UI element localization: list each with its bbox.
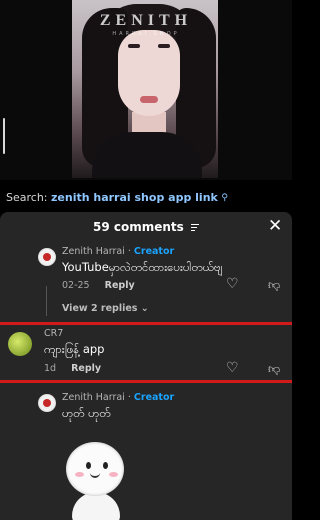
comment-text: YouTubeမှာလဲတင်ထားပေးပါတယ်ဗျ <box>62 260 223 274</box>
comment-text: ကျားဖြန့် app <box>44 342 105 356</box>
dislike-icon[interactable]: 👎︎ <box>268 278 280 293</box>
eye-left <box>128 44 140 48</box>
dislike-icon[interactable]: 👎︎ <box>268 362 280 377</box>
search-suggestion[interactable]: Search: zenith harrai shop app link ⚲ <box>0 186 292 210</box>
comment-author-name: Zenith Harrai <box>62 392 125 403</box>
lips <box>140 96 158 103</box>
sticker-head <box>66 442 124 496</box>
highlight-line-top <box>0 322 292 325</box>
close-icon[interactable]: ✕ <box>268 216 282 236</box>
comments-sheet: 59 comments ✕ Zenith Harrai · Creator Yo… <box>0 212 292 520</box>
comment-text: ဟုတ် ဟုတ် <box>62 406 111 420</box>
reply-button[interactable]: Reply <box>71 363 101 374</box>
separator: · <box>124 246 134 257</box>
sort-filter-icon[interactable] <box>191 222 199 233</box>
view-replies-label: View 2 replies <box>62 303 138 314</box>
comment-count: 59 comments <box>0 220 292 234</box>
sticker-eye-left <box>86 462 91 469</box>
creator-badge: Creator <box>133 246 175 257</box>
like-heart-icon[interactable]: ♡ <box>226 276 239 292</box>
sticker-eye-right <box>103 462 108 469</box>
comment-count-label: 59 comments <box>93 220 184 234</box>
creator-badge: Creator <box>133 392 175 403</box>
comment-author[interactable]: Zenith Harrai · Creator <box>62 246 174 257</box>
search-icon: ⚲ <box>221 193 228 203</box>
highlight-line-bottom <box>0 380 292 383</box>
brand-watermark: ZENITH <box>99 12 193 29</box>
dress <box>92 132 202 178</box>
reply-button[interactable]: Reply <box>105 280 135 291</box>
sticker-blush-left <box>75 472 84 477</box>
sticker-image <box>62 442 132 520</box>
avatar[interactable] <box>38 394 56 412</box>
comments-header: 59 comments ✕ <box>0 212 292 242</box>
like-heart-icon[interactable]: ♡ <box>226 360 239 376</box>
comment-item: Zenith Harrai · Creator YouTubeမှာလဲတင်ထ… <box>0 246 292 322</box>
chevron-down-icon: ⌄ <box>140 303 149 314</box>
comment-meta: 02-25 Reply <box>62 280 135 291</box>
search-query-link[interactable]: zenith harrai shop app link <box>51 191 218 204</box>
eye-right <box>158 44 170 48</box>
comment-author-name[interactable]: CR7 <box>44 328 63 339</box>
video-player[interactable]: ZENITH HARRAI SHOP <box>0 0 292 180</box>
sticker-body <box>72 492 120 520</box>
timestamp: 1d <box>44 363 57 374</box>
thread-line <box>46 286 47 316</box>
comment-item: Zenith Harrai · Creator ဟုတ် ဟုတ် <box>0 390 292 520</box>
view-replies-button[interactable]: View 2 replies ⌄ <box>62 303 149 314</box>
sticker-blush-right <box>109 472 118 477</box>
search-prefix: Search: <box>6 191 48 204</box>
comment-item: CR7 ကျားဖြန့် app 1d Reply ♡ 👎︎ <box>0 328 292 384</box>
comment-meta: 1d Reply <box>44 363 101 374</box>
face <box>118 30 180 116</box>
comment-author[interactable]: Zenith Harrai · Creator <box>62 392 174 403</box>
avatar[interactable] <box>8 332 32 356</box>
timestamp: 02-25 <box>62 280 90 291</box>
avatar[interactable] <box>38 248 56 266</box>
separator: · <box>124 392 134 403</box>
brand-watermark-sub: HARRAI SHOP <box>112 31 180 37</box>
progress-indicator <box>3 118 5 154</box>
comment-author-name: Zenith Harrai <box>62 246 125 257</box>
